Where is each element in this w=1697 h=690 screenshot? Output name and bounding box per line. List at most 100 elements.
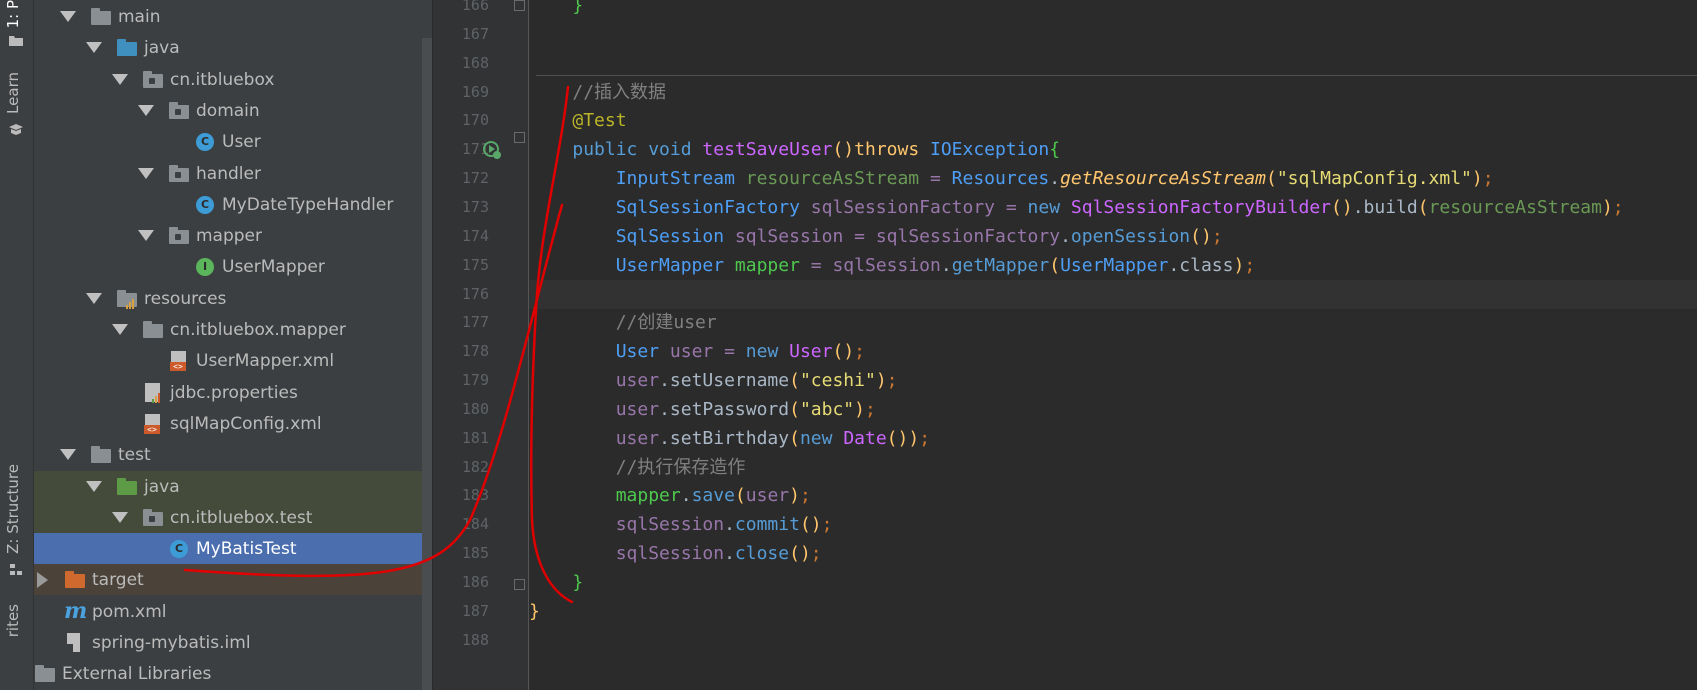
expand-arrow-icon[interactable]: [112, 502, 128, 533]
collapse-arrow-icon[interactable]: [34, 564, 50, 595]
tree-item[interactable]: resources: [34, 283, 432, 314]
code-editor[interactable]: } //插入数据 @Test public void testSaveUser(…: [529, 0, 1697, 690]
package-icon: [142, 70, 164, 90]
test-class-icon: C: [168, 539, 190, 559]
expand-arrow-icon[interactable]: [112, 314, 128, 345]
tree-item[interactable]: C MyDateTypeHandler: [34, 189, 432, 220]
fold-marker-icon[interactable]: [514, 132, 525, 143]
tab-structure[interactable]: Z: Structure: [4, 464, 22, 554]
line-number: 177: [461, 313, 489, 331]
code-token: (: [789, 370, 800, 391]
line-number: 173: [461, 198, 489, 216]
code-line[interactable]: [529, 20, 1697, 49]
tree-item-label: java: [144, 476, 180, 497]
expand-arrow-icon[interactable]: [60, 1, 76, 32]
expand-arrow-icon[interactable]: [112, 64, 128, 95]
code-line[interactable]: public void testSaveUser()throws IOExcep…: [529, 135, 1697, 164]
expand-arrow-icon[interactable]: [86, 32, 102, 63]
code-token: user: [615, 428, 660, 449]
code-line[interactable]: [529, 626, 1697, 655]
code-line[interactable]: mapper.save(user);: [529, 481, 1697, 510]
code-token: =: [929, 168, 952, 189]
expand-arrow-icon[interactable]: [86, 283, 102, 314]
code-token: (): [1190, 226, 1212, 247]
tree-item[interactable]: cn.itbluebox.mapper: [34, 314, 432, 345]
code-line[interactable]: user.setBirthday(new Date());: [529, 424, 1697, 453]
tree-item[interactable]: C User: [34, 126, 432, 157]
tree-scrollbar[interactable]: [422, 38, 432, 690]
code-line[interactable]: }: [529, 0, 1697, 20]
tree-item[interactable]: mapper: [34, 220, 432, 251]
tree-item[interactable]: java: [34, 471, 432, 502]
code-line[interactable]: SqlSession sqlSession = sqlSessionFactor…: [529, 222, 1697, 251]
code-line[interactable]: [529, 49, 1697, 78]
tree-item[interactable]: java: [34, 32, 432, 63]
xml-file-icon: <>: [168, 350, 190, 371]
expand-arrow-icon[interactable]: [138, 158, 154, 189]
fold-marker-icon[interactable]: [514, 579, 525, 590]
tree-item[interactable]: <> UserMapper.xml: [34, 345, 432, 376]
tree-item[interactable]: <> sqlMapConfig.xml: [34, 408, 432, 439]
tab-favorites[interactable]: rites: [4, 604, 22, 637]
structure-icon[interactable]: [8, 562, 24, 576]
folder-icon[interactable]: [8, 32, 24, 46]
tree-item[interactable]: m pom.xml: [34, 596, 432, 627]
tree-item[interactable]: main: [34, 1, 432, 32]
fold-marker-icon[interactable]: [514, 0, 525, 11]
code-line[interactable]: @Test: [529, 106, 1697, 135]
code-line[interactable]: sqlSession.commit();: [529, 510, 1697, 539]
code-line[interactable]: user.setUsername("ceshi");: [529, 366, 1697, 395]
tree-item[interactable]: jdbc.properties: [34, 377, 432, 408]
code-token: sqlSessionFactory: [810, 197, 1006, 218]
expand-arrow-icon[interactable]: [138, 220, 154, 251]
tree-item-label: mapper: [196, 225, 263, 246]
code-token: .class: [1168, 255, 1234, 276]
tree-item[interactable]: cn.itbluebox: [34, 64, 432, 95]
tab-learn[interactable]: Learn: [4, 72, 22, 114]
code-line[interactable]: }: [529, 597, 1697, 626]
line-number: 174: [461, 227, 489, 245]
code-token: IOException: [930, 139, 1050, 160]
tree-item[interactable]: cn.itbluebox.test: [34, 502, 432, 533]
tree-item[interactable]: target: [34, 564, 432, 595]
folder-icon: [116, 477, 138, 497]
code-line[interactable]: SqlSessionFactory sqlSessionFactory = ne…: [529, 193, 1697, 222]
code-line[interactable]: User user = new User();: [529, 337, 1697, 366]
code-token: ;: [1211, 226, 1223, 247]
tree-item[interactable]: I UserMapper: [34, 251, 432, 282]
expand-arrow-icon[interactable]: [138, 95, 154, 126]
code-line[interactable]: sqlSession.close();: [529, 539, 1697, 568]
tree-item[interactable]: handler: [34, 158, 432, 189]
tree-item[interactable]: domain: [34, 95, 432, 126]
tree-item[interactable]: External Libraries: [34, 658, 432, 689]
code-token: "ceshi": [799, 370, 876, 391]
code-line[interactable]: //创建user: [529, 308, 1697, 337]
run-test-icon[interactable]: [482, 140, 502, 160]
code-line[interactable]: InputStream resourceAsStream = Resources…: [529, 164, 1697, 193]
code-line[interactable]: [529, 280, 1697, 309]
code-token: @Test: [572, 110, 627, 131]
code-token: (: [789, 399, 800, 420]
code-token: getMapper: [951, 255, 1050, 276]
tree-item[interactable]: test: [34, 439, 432, 470]
code-token: user: [745, 485, 790, 506]
expand-arrow-icon[interactable]: [86, 471, 102, 502]
code-token: ;: [864, 399, 876, 420]
expand-arrow-icon[interactable]: [60, 439, 76, 470]
code-line[interactable]: //插入数据: [529, 78, 1697, 107]
code-line[interactable]: user.setPassword("abc");: [529, 395, 1697, 424]
package-icon: [142, 508, 164, 528]
code-line[interactable]: //执行保存造作: [529, 453, 1697, 482]
tree-item[interactable]: spring-mybatis.iml: [34, 627, 432, 658]
learn-icon[interactable]: [8, 122, 24, 136]
tree-item[interactable]: C MyBatisTest: [34, 533, 432, 564]
code-line[interactable]: UserMapper mapper = sqlSession.getMapper…: [529, 251, 1697, 280]
tab-project[interactable]: 1: P: [4, 0, 22, 28]
code-line[interactable]: }: [529, 568, 1697, 597]
